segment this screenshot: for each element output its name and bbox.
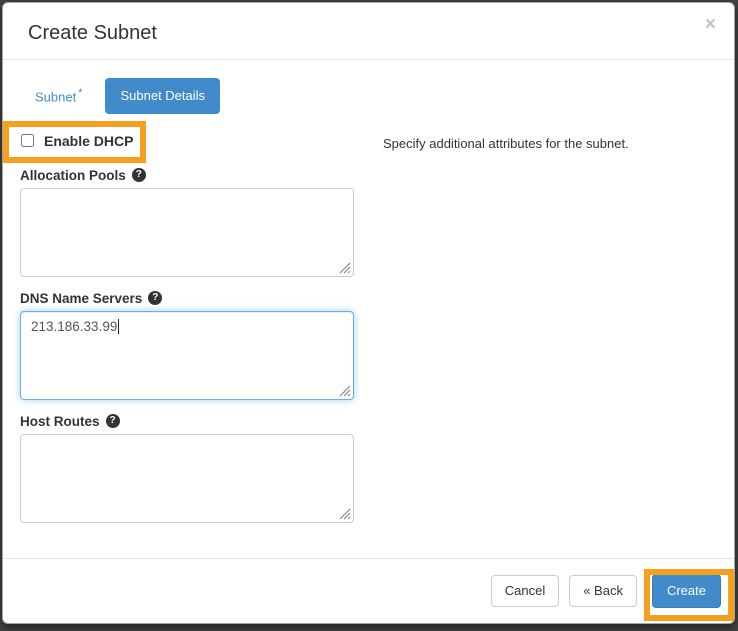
dns-name-servers-textarea[interactable]: 213.186.33.99 <box>20 311 354 400</box>
enable-dhcp-label[interactable]: Enable DHCP <box>44 133 133 149</box>
host-routes-group: Host Routes ? <box>20 414 354 523</box>
required-asterisk: * <box>78 87 82 99</box>
step-description: Specify additional attributes for the su… <box>383 136 717 151</box>
field-label-text: Host Routes <box>20 414 100 429</box>
modal-body: Subnet* Subnet Details Enable DHCP Alloc… <box>3 60 734 558</box>
tab-bar: Subnet* Subnet Details <box>20 77 717 116</box>
help-icon[interactable]: ? <box>148 291 162 305</box>
modal-header: Create Subnet × <box>3 3 734 60</box>
field-label-text: Allocation Pools <box>20 168 126 183</box>
tab-subnet[interactable]: Subnet* <box>20 77 97 116</box>
back-button[interactable]: « Back <box>569 575 637 607</box>
help-icon[interactable]: ? <box>106 414 120 428</box>
resize-handle-icon[interactable] <box>337 383 351 397</box>
cancel-button[interactable]: Cancel <box>491 575 559 607</box>
create-subnet-modal: Create Subnet × Subnet* Subnet Details E… <box>2 2 735 624</box>
form-columns: Enable DHCP Allocation Pools ? <box>20 116 717 523</box>
allocation-pools-group: Allocation Pools ? <box>20 168 354 277</box>
modal-title: Create Subnet <box>28 20 709 46</box>
tab-subnet-details[interactable]: Subnet Details <box>105 78 220 114</box>
dns-name-servers-label: DNS Name Servers ? <box>20 291 354 306</box>
tab-subnet-label: Subnet <box>35 89 76 104</box>
resize-handle-icon[interactable] <box>337 260 351 274</box>
allocation-pools-label: Allocation Pools ? <box>20 168 354 183</box>
enable-dhcp-checkbox[interactable] <box>21 134 34 147</box>
form-right-column: Specify additional attributes for the su… <box>383 116 717 151</box>
enable-dhcp-row: Enable DHCP <box>20 128 354 154</box>
close-icon[interactable]: × <box>701 13 720 36</box>
help-icon[interactable]: ? <box>132 168 146 182</box>
form-left-column: Enable DHCP Allocation Pools ? <box>20 116 354 523</box>
dns-name-servers-group: DNS Name Servers ? 213.186.33.99 <box>20 291 354 400</box>
resize-handle-icon[interactable] <box>337 506 351 520</box>
text-cursor <box>118 319 119 334</box>
textarea-value: 213.186.33.99 <box>31 319 117 334</box>
host-routes-textarea[interactable] <box>20 434 354 523</box>
field-label-text: DNS Name Servers <box>20 291 142 306</box>
modal-footer: Cancel « Back Create <box>3 558 734 623</box>
create-button[interactable]: Create <box>652 574 721 608</box>
host-routes-label: Host Routes ? <box>20 414 354 429</box>
allocation-pools-textarea[interactable] <box>20 188 354 277</box>
